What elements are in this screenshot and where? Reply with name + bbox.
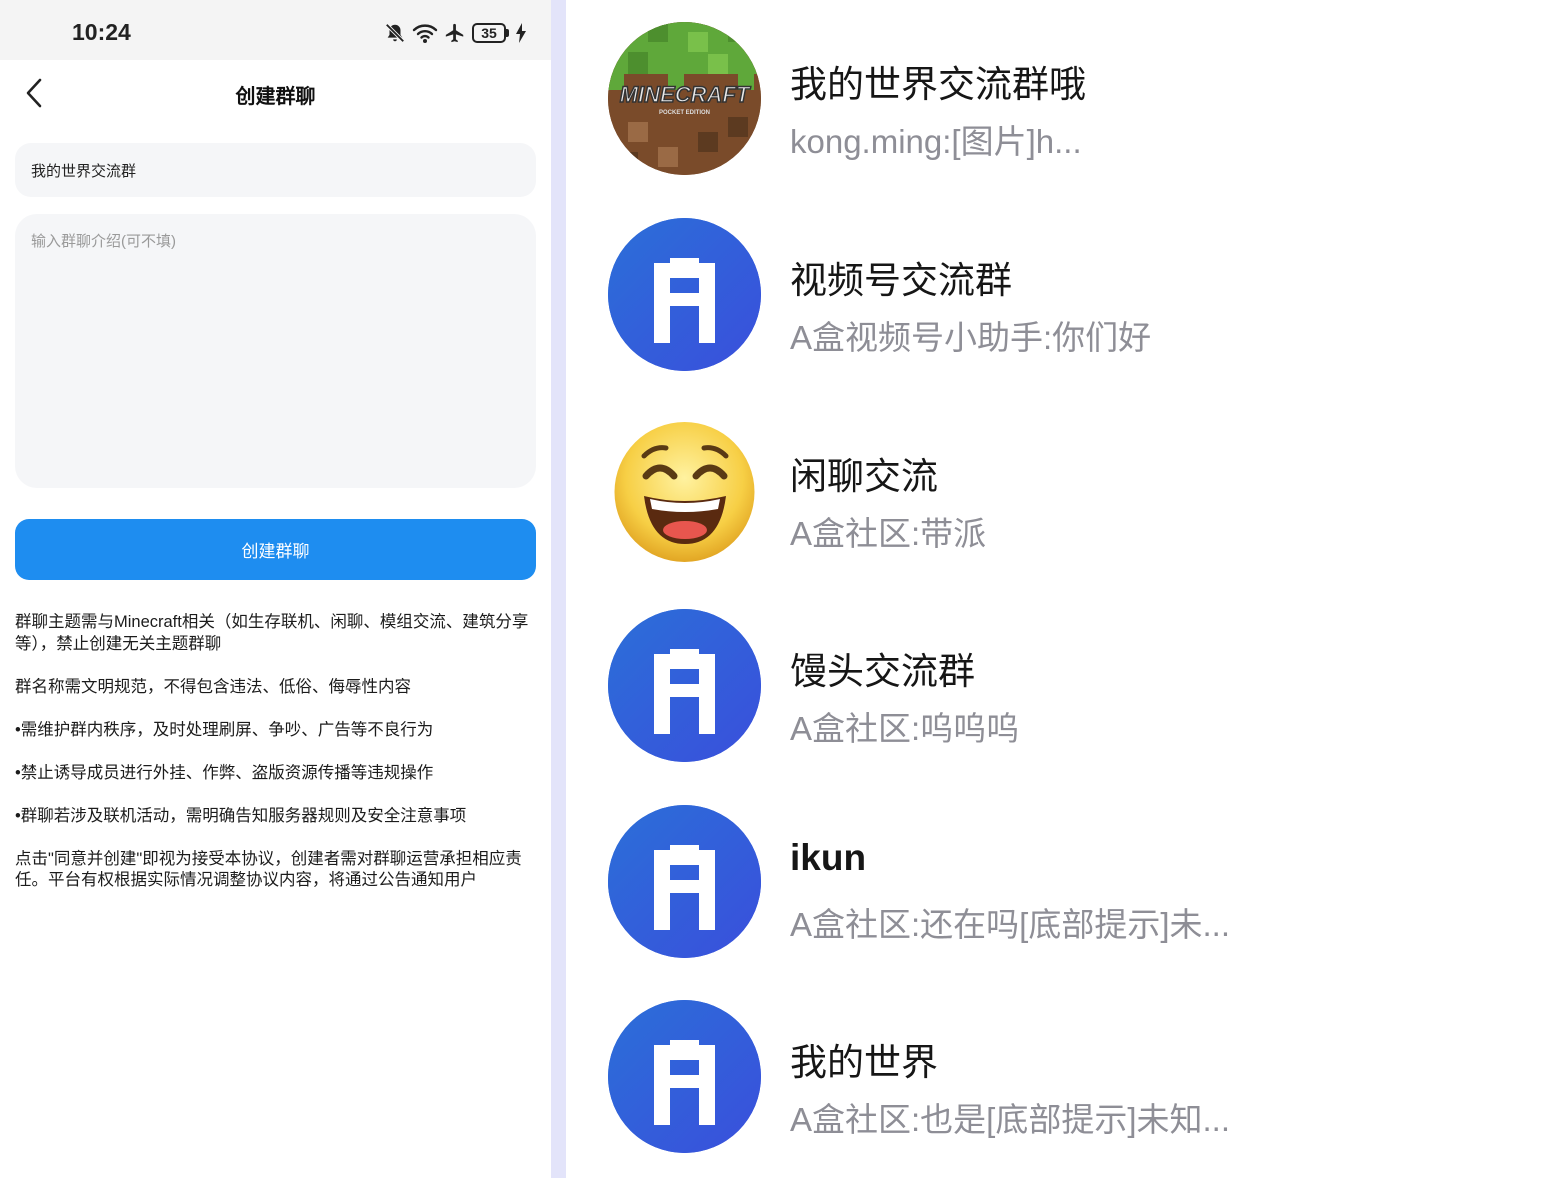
chat-last-message: A盒社区:呜呜呜 [790,710,1020,747]
chat-list-item[interactable]: ikun A盒社区:还在吗[底部提示]未... [566,783,1561,978]
abox-logo-avatar [608,805,761,958]
rule-text: 群名称需文明规范，不得包含违法、低俗、侮辱性内容 [15,677,411,696]
charging-icon [516,23,526,43]
chat-last-message: A盒社区:也是[底部提示]未知... [790,1101,1231,1138]
status-bar: 10:24 35 [0,0,551,60]
chat-last-message: A盒社区:还在吗[底部提示]未... [790,906,1231,943]
create-group-button[interactable]: 创建群聊 [15,519,536,580]
chat-name: 闲聊交流 [790,456,938,497]
chat-name: ikun [790,837,867,878]
chat-name: 馒头交流群 [790,651,975,692]
group-intro-input[interactable] [15,214,536,488]
rule-text: 群聊主题需与Minecraft相关（如生存联机、闲聊、模组交流、建筑分享等），禁… [15,613,529,653]
battery-level: 35 [472,23,506,43]
panel-divider [551,0,566,1178]
rule-text: •群聊若涉及联机活动，需明确告知服务器规则及安全注意事项 [15,806,467,825]
chat-name: 我的世界 [790,1042,938,1083]
chat-list-item[interactable]: 我的世界 A盒社区:也是[底部提示]未知... [566,978,1561,1173]
group-name-input[interactable] [15,143,536,197]
nav-bar: 创建群聊 [0,60,551,126]
rule-text: •需维护群内秩序，及时处理刷屏、争吵、广告等不良行为 [15,720,434,739]
group-rules: 群聊主题需与Minecraft相关（如生存联机、闲聊、模组交流、建筑分享等），禁… [15,612,540,913]
bell-off-icon [385,23,405,43]
laughing-emoji-avatar [608,414,761,567]
chat-last-message: A盒社区:带派 [790,515,987,552]
chat-list-item[interactable]: MINECRAFT POCKET EDITION 我的世界交流群哦 kong.m… [566,0,1561,195]
page-title: 创建群聊 [235,86,316,108]
chat-list-item[interactable]: 馒头交流群 A盒社区:呜呜呜 [566,587,1561,782]
wifi-icon [412,24,438,43]
status-icons: 35 [384,20,527,46]
minecraft-logo-sub: POCKET EDITION [659,110,710,116]
abox-logo-avatar [608,609,761,762]
minecraft-logo-text: MINECRAFT [620,82,751,107]
rule-text: •禁止诱导成员进行外挂、作弊、盗版资源传播等违规操作 [15,763,434,782]
rule-text: 点击"同意并创建"即视为接受本协议，创建者需对群聊运营承担相应责任。平台有权根据… [15,849,522,890]
create-group-panel: 10:24 35 创建群聊 我的世界交流群 输入群聊介绍(可不填) 创建群聊 群… [0,0,551,1178]
chat-list-item[interactable]: 视频号交流群 A盒视频号小助手:你们好 [566,196,1561,391]
airplane-icon [445,23,464,43]
chat-list: MINECRAFT POCKET EDITION 我的世界交流群哦 kong.m… [566,0,1561,1178]
chat-name: 我的世界交流群哦 [790,64,1086,105]
chat-last-message: A盒视频号小助手:你们好 [790,319,1152,356]
chat-last-message: kong.ming:[图片]h... [790,123,1082,160]
abox-logo-avatar [608,218,761,371]
status-time: 10:24 [72,19,131,45]
battery-icon: 35 [472,23,509,43]
abox-logo-avatar [608,1000,761,1153]
chat-list-item[interactable]: 闲聊交流 A盒社区:带派 [566,392,1561,587]
chat-name: 视频号交流群 [790,260,1012,301]
minecraft-avatar: MINECRAFT POCKET EDITION [608,22,761,175]
